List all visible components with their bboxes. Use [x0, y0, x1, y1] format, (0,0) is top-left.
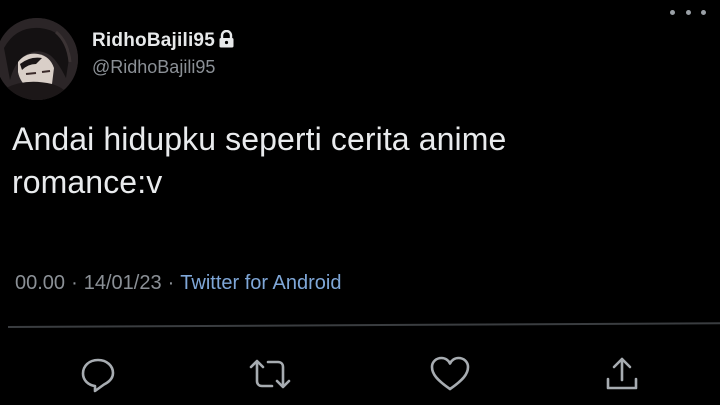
- user-info[interactable]: RidhoBajili95 @RidhoBajili95: [92, 28, 235, 78]
- retweet-icon: [249, 359, 291, 389]
- share-icon: [606, 357, 638, 390]
- tweet-text: Andai hidupku seperti cerita anime roman…: [12, 121, 507, 200]
- retweet-button[interactable]: [248, 352, 292, 396]
- meta-separator: ·: [167, 272, 175, 294]
- tweet-source-link[interactable]: Twitter for Android: [180, 272, 341, 295]
- meta-separator: ·: [71, 272, 78, 294]
- action-bar: [0, 352, 720, 400]
- dot-icon: [701, 9, 706, 15]
- tweet-meta: 00.00 · 14/01/23 · Twitter for Android: [15, 272, 341, 295]
- tweet-time: 00.00: [15, 272, 66, 294]
- display-name: RidhoBajili95: [92, 30, 215, 51]
- dot-icon: [670, 9, 675, 15]
- like-icon: [430, 356, 470, 391]
- divider: [7, 322, 720, 328]
- reply-icon: [81, 358, 115, 393]
- reply-button[interactable]: [76, 352, 120, 396]
- user-handle: @RidhoBajili95: [92, 57, 216, 77]
- share-button[interactable]: [600, 352, 644, 396]
- dot-icon: [685, 9, 691, 15]
- lock-icon: [219, 30, 234, 48]
- more-options-button[interactable]: [670, 2, 706, 22]
- avatar[interactable]: [0, 18, 78, 100]
- tweet-date: 14/01/23: [83, 272, 162, 294]
- avatar-image: [0, 18, 78, 100]
- like-button[interactable]: [428, 352, 472, 396]
- tweet-card: RidhoBajili95 @RidhoBajili95 Andai hidup…: [0, 0, 720, 405]
- display-name-row: RidhoBajili95: [92, 28, 235, 54]
